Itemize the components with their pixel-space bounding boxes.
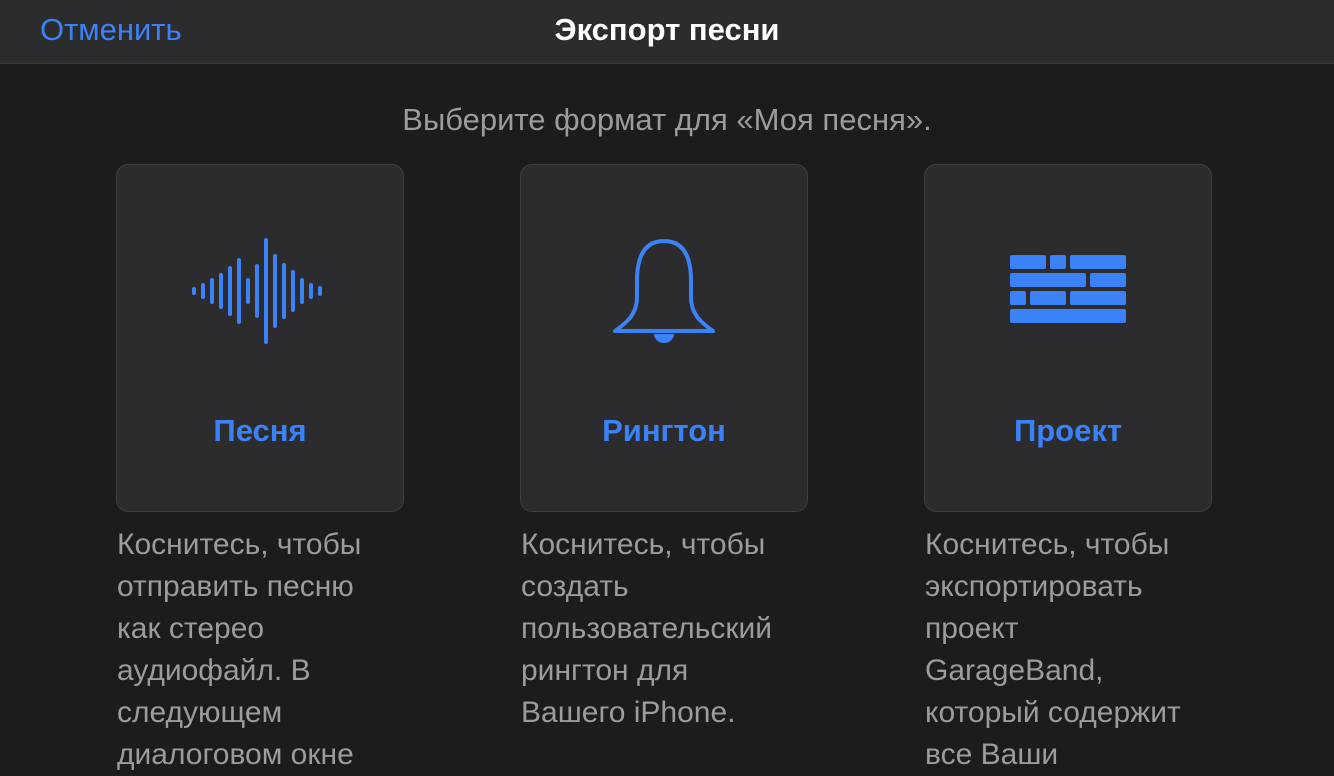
project-description: Коснитесь, чтобы экспортировать проект G… bbox=[925, 528, 1181, 771]
format-prompt: Выберите формат для «Моя песня». bbox=[402, 102, 932, 137]
song-label: Песня bbox=[213, 413, 307, 448]
bell-icon bbox=[521, 233, 807, 353]
song-description: Коснитесь, чтобы отправить песню как сте… bbox=[117, 528, 362, 771]
export-project-card[interactable]: Проект bbox=[924, 164, 1212, 512]
export-song-card[interactable]: Песня bbox=[116, 164, 404, 512]
waveform-icon bbox=[117, 233, 403, 353]
export-ringtone-card[interactable]: Рингтон bbox=[520, 164, 808, 512]
bricks-icon bbox=[925, 233, 1211, 353]
project-label: Проект bbox=[1013, 413, 1123, 448]
ringtone-label: Рингтон bbox=[602, 413, 726, 448]
page-title: Экспорт песни bbox=[554, 12, 780, 47]
ringtone-description: Коснитесь, чтобы создать пользовательски… bbox=[521, 528, 773, 729]
navigation-bar: Отменить Экспорт песни bbox=[0, 0, 1334, 64]
